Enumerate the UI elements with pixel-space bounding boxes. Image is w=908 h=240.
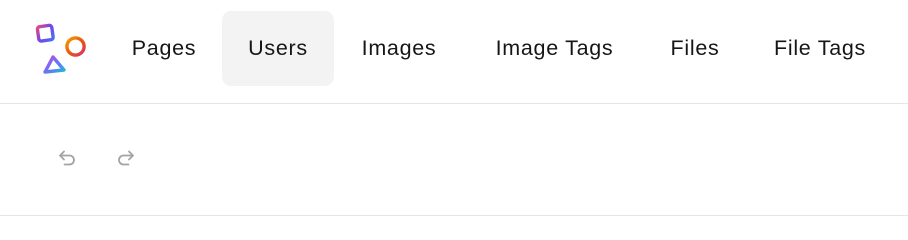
shapes-logo-icon[interactable] xyxy=(33,22,89,76)
app-window: Pages Users Images Image Tags Files File… xyxy=(0,0,908,234)
tab-pages[interactable]: Pages xyxy=(113,11,215,86)
tab-images[interactable]: Images xyxy=(340,11,458,86)
top-navigation-bar: Pages Users Images Image Tags Files File… xyxy=(0,0,908,104)
tab-users[interactable]: Users xyxy=(222,11,334,86)
undo-icon xyxy=(59,150,75,166)
undo-button[interactable] xyxy=(50,141,84,175)
editor-toolbar xyxy=(0,104,908,216)
tab-files[interactable]: Files xyxy=(652,11,738,86)
tab-file-tags[interactable]: File Tags xyxy=(750,11,890,86)
redo-icon xyxy=(118,150,134,166)
redo-button[interactable] xyxy=(109,141,143,175)
tab-image-tags[interactable]: Image Tags xyxy=(469,11,640,86)
